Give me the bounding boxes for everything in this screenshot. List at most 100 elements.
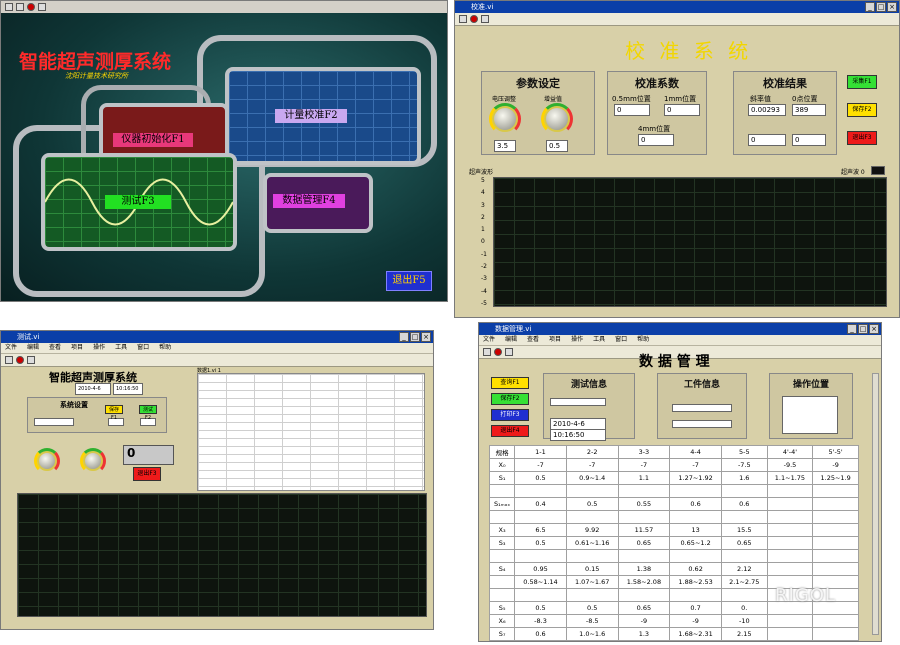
pause-icon[interactable] (27, 356, 35, 364)
table-cell: X₆ (488, 614, 516, 628)
op-pos-title: 操作位置 (792, 380, 829, 390)
menu-item[interactable]: 文件 (5, 343, 17, 353)
table-cell: 6.5 (514, 523, 567, 537)
table-cell (514, 549, 567, 563)
menu-item[interactable]: 帮助 (159, 343, 171, 353)
table-cell (488, 575, 516, 589)
table-cell: -8.5 (565, 614, 619, 628)
close-icon[interactable]: × (887, 2, 897, 12)
coef-field-1[interactable]: 0 (614, 104, 650, 116)
menu-item[interactable]: 项目 (549, 335, 561, 345)
abort-icon[interactable] (470, 15, 478, 23)
save-button[interactable]: 保存F2 (847, 103, 877, 117)
table-cell: -10 (720, 614, 768, 628)
coef-field-2[interactable]: 0 (664, 104, 700, 116)
table-cell (720, 588, 768, 602)
minimize-icon[interactable]: _ (399, 332, 409, 342)
run-continuous-icon[interactable] (16, 3, 24, 11)
table-row: S₁ₘₐₓ 0.4 0.5 0.55 0.6 0.6 (488, 497, 859, 511)
workpiece-field[interactable] (672, 420, 732, 428)
menu-item[interactable]: 查看 (49, 343, 61, 353)
menu-item[interactable]: 文件 (483, 335, 495, 345)
close-icon[interactable]: × (421, 332, 431, 342)
run-icon[interactable] (5, 356, 13, 364)
abort-icon[interactable] (27, 3, 35, 11)
tester-field[interactable] (550, 398, 606, 406)
table-cell: 1.88~2.53 (669, 575, 722, 589)
gain-value[interactable]: 0.5 (546, 140, 568, 152)
rigol-watermark: RIGOL (775, 585, 836, 606)
quit-button[interactable]: 退出F3 (847, 131, 877, 145)
waveform-graph (493, 177, 887, 307)
table-cell: 1.38 (617, 562, 671, 576)
abort-icon[interactable] (16, 356, 24, 364)
test-button[interactable]: 测试F3 (105, 195, 171, 209)
menu-item[interactable]: 工具 (593, 335, 605, 345)
table-cell: 1.27~1.92 (669, 471, 722, 485)
thickness-display: 0 (123, 445, 174, 465)
table-cell (669, 549, 722, 563)
print-button[interactable]: 打印F3 (491, 409, 529, 421)
menu-item[interactable]: 操作 (571, 335, 583, 345)
menu-bar: 文件 编辑 查看 项目 操作 工具 窗口 帮助 (1, 343, 433, 354)
table-cell: S₁ (488, 471, 516, 485)
y-tick: -2 (481, 263, 487, 271)
table-cell: 2.15 (720, 627, 768, 641)
table-cell (766, 497, 814, 511)
gain-knob[interactable] (80, 448, 106, 474)
work-info-title: 工件信息 (683, 380, 720, 390)
minimize-icon[interactable]: _ (865, 2, 875, 12)
save-button[interactable]: 保存F2 (491, 393, 529, 405)
column-header: 2-2 (565, 445, 619, 459)
menu-item[interactable]: 项目 (71, 343, 83, 353)
coef-field-3[interactable]: 0 (638, 134, 674, 146)
calibrate-button[interactable]: 计量校准F2 (275, 109, 347, 123)
exit-button[interactable]: 退出F4 (491, 425, 529, 437)
data-manage-button[interactable]: 数据管理F4 (273, 194, 345, 208)
app-title: 智能超声测厚系统 (19, 51, 172, 73)
run-icon[interactable] (5, 3, 13, 11)
params-title: 参数设定 (516, 77, 560, 90)
minimize-icon[interactable]: _ (847, 324, 857, 334)
coef-label-2: 1mm位置 (664, 95, 697, 103)
menu-item[interactable]: 窗口 (137, 343, 149, 353)
menu-item[interactable]: 窗口 (615, 335, 627, 345)
abort-icon[interactable] (494, 348, 502, 356)
scrollbar[interactable] (872, 373, 879, 635)
exit-button[interactable]: 退出F5 (386, 271, 432, 291)
exit-button[interactable]: 退出F3 (133, 467, 161, 481)
gain-knob[interactable] (541, 103, 573, 135)
column-header: 1-1 (514, 445, 567, 459)
menu-item[interactable]: 编辑 (27, 343, 39, 353)
test-info-title: 测试信息 (570, 380, 607, 390)
menu-item[interactable]: 帮助 (637, 335, 649, 345)
table-cell (488, 510, 516, 524)
op-pos-listbox[interactable] (782, 396, 838, 434)
menu-item[interactable]: 编辑 (505, 335, 517, 345)
voltage-knob[interactable] (489, 103, 521, 135)
table-cell: -9 (669, 614, 722, 628)
work-info-panel: 工件信息 (657, 373, 747, 439)
pause-icon[interactable] (38, 3, 46, 11)
run-test-button[interactable]: 测试F2 (139, 405, 157, 421)
save-button[interactable]: 保存F1 (105, 405, 123, 421)
pause-icon[interactable] (505, 348, 513, 356)
voltage-value[interactable]: 3.5 (494, 140, 516, 152)
settings-field[interactable] (34, 418, 74, 426)
query-button[interactable]: 查询F1 (491, 377, 529, 389)
voltage-knob[interactable] (34, 448, 60, 474)
maximize-icon[interactable]: □ (876, 2, 886, 12)
workpiece-field[interactable] (672, 404, 732, 412)
init-button[interactable]: 仪器初始化F1 (113, 133, 193, 147)
close-icon[interactable]: × (869, 324, 879, 334)
table-row: S₄ 0.95 0.15 1.38 0.62 2.12 (488, 562, 859, 576)
menu-item[interactable]: 工具 (115, 343, 127, 353)
menu-item[interactable]: 操作 (93, 343, 105, 353)
acquire-button[interactable]: 采集F1 (847, 75, 877, 89)
pause-icon[interactable] (481, 15, 489, 23)
menu-item[interactable]: 查看 (527, 335, 539, 345)
maximize-icon[interactable]: □ (410, 332, 420, 342)
run-icon[interactable] (459, 15, 467, 23)
maximize-icon[interactable]: □ (858, 324, 868, 334)
run-icon[interactable] (483, 348, 491, 356)
